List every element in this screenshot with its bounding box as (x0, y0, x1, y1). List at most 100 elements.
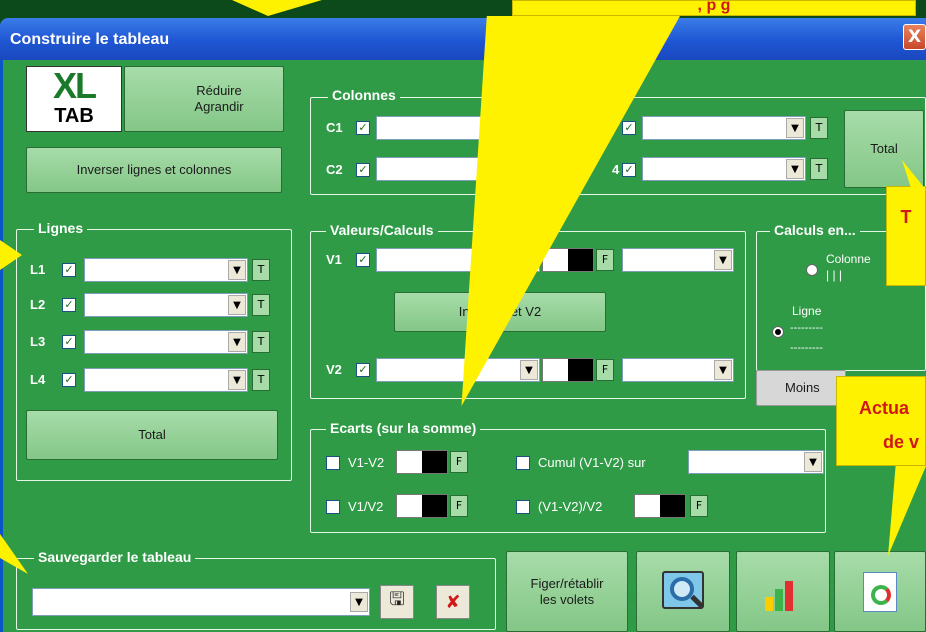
c4-t-button[interactable]: T (810, 158, 828, 180)
l3-checkbox[interactable]: ✓ (62, 335, 76, 349)
l3-t-button[interactable]: T (252, 331, 270, 353)
chevron-down-icon[interactable]: ▼ (228, 370, 246, 390)
logo-xl-text: XL (52, 65, 97, 106)
chevron-down-icon[interactable]: ▼ (786, 159, 804, 179)
lignes-rows: L1 ✓ ▼ T L2 ✓ ▼ T L3 ✓ ▼ T L4 ✓ ▼ T (28, 255, 290, 403)
l4-label: L4 (30, 372, 46, 387)
l4-checkbox[interactable]: ✓ (62, 373, 76, 387)
window-titlebar: Construire le tableau (0, 18, 926, 60)
save-name-combo[interactable]: ▼ (32, 588, 370, 616)
v2-combo[interactable]: ▼ (376, 358, 540, 382)
pct-color-toggle[interactable] (634, 494, 686, 518)
xltab-logo: XL TAB (26, 66, 122, 132)
bar-chart-icon (765, 573, 801, 611)
l1-label: L1 (30, 262, 46, 277)
chart-button[interactable] (736, 551, 830, 632)
chevron-down-icon[interactable]: ▼ (714, 250, 732, 270)
callout-top-left (232, 0, 322, 16)
ratio-label: V1/V2 (348, 499, 384, 514)
l4-combo[interactable]: ▼ (84, 368, 248, 392)
floppy-disk-icon: 🖫 (389, 589, 405, 610)
callout-actua: Actua de v (836, 376, 926, 466)
chevron-down-icon[interactable]: ▼ (350, 592, 368, 612)
moins-button[interactable]: Moins (756, 370, 846, 406)
l1-t-button[interactable]: T (252, 259, 270, 281)
l2-checkbox[interactable]: ✓ (62, 298, 76, 312)
l3-combo[interactable]: ▼ (84, 330, 248, 354)
v1-color-toggle[interactable] (542, 248, 594, 272)
l1-combo[interactable]: ▼ (84, 258, 248, 282)
ligne-dashes-2: --------- (790, 342, 823, 354)
delete-x-icon: ✘ (445, 591, 461, 613)
ratio-color-toggle[interactable] (396, 494, 448, 518)
magnifier-icon (662, 570, 704, 613)
v2-format-button[interactable]: F (596, 359, 614, 381)
l2-label: L2 (30, 297, 46, 312)
save-button[interactable]: 🖫 (380, 585, 414, 619)
c3-combo[interactable]: ▼ (642, 116, 806, 140)
chevron-down-icon[interactable]: ▼ (786, 118, 804, 138)
v2-checkbox[interactable]: ✓ (356, 363, 370, 377)
v2-label: V2 (326, 362, 342, 377)
calculs-en-legend: Calculs en... (770, 222, 860, 238)
lignes-legend: Lignes (34, 220, 88, 236)
reduce-enlarge-button[interactable]: Réduire Agrandir (124, 66, 284, 132)
l4-t-button[interactable]: T (252, 369, 270, 391)
lignes-total-button[interactable]: Total (26, 410, 278, 460)
freeze-panes-button[interactable]: Figer/rétablir les volets (506, 551, 628, 632)
delete-button[interactable]: ✘ (436, 585, 470, 619)
refresh-document-icon (863, 571, 897, 612)
v1-format-button[interactable]: F (596, 249, 614, 271)
c3-t-button[interactable]: T (810, 117, 828, 139)
ratio-checkbox[interactable] (326, 500, 340, 514)
chevron-down-icon[interactable]: ▼ (714, 360, 732, 380)
c4-label: 4 (612, 162, 620, 177)
cumul-checkbox[interactable] (516, 456, 530, 470)
diff-label: V1-V2 (348, 455, 385, 470)
cumul-combo[interactable]: ▼ (688, 450, 824, 474)
valeurs-legend: Valeurs/Calculs (326, 222, 438, 238)
v1-calc-combo[interactable]: ▼ (622, 248, 734, 272)
swap-rows-cols-button[interactable]: Inverser lignes et colonnes (26, 147, 282, 193)
colonne-label: Colonne (826, 252, 871, 266)
chevron-down-icon[interactable]: ▼ (228, 332, 246, 352)
diff-checkbox[interactable] (326, 456, 340, 470)
v2-calc-combo[interactable]: ▼ (622, 358, 734, 382)
callout-actua-line2: de v (883, 432, 920, 452)
v1-checkbox[interactable]: ✓ (356, 253, 370, 267)
chevron-down-icon[interactable]: ▼ (804, 452, 822, 472)
pct-checkbox[interactable] (516, 500, 530, 514)
v1-label: V1 (326, 252, 342, 267)
l2-combo[interactable]: ▼ (84, 293, 248, 317)
chevron-down-icon[interactable]: ▼ (228, 260, 246, 280)
ecarts-group (310, 429, 826, 533)
colonne-ticks: | | | (826, 268, 843, 282)
callout-top-center: , p g (512, 0, 916, 16)
c2-checkbox[interactable]: ✓ (356, 163, 370, 177)
ligne-dashes-1: --------- (790, 322, 823, 334)
callout-actua-line1: Actua (859, 398, 910, 418)
v2-color-toggle[interactable] (542, 358, 594, 382)
c4-checkbox[interactable]: ✓ (622, 163, 636, 177)
ratio-format-button[interactable]: F (450, 495, 468, 517)
c1-checkbox[interactable]: ✓ (356, 121, 370, 135)
c3-checkbox[interactable]: ✓ (622, 121, 636, 135)
l1-checkbox[interactable]: ✓ (62, 263, 76, 277)
preview-button[interactable] (636, 551, 730, 632)
chevron-down-icon[interactable]: ▼ (520, 360, 538, 380)
logo-tab-text: TAB (54, 105, 94, 127)
l2-t-button[interactable]: T (252, 294, 270, 316)
callout-right-mid: T (886, 186, 926, 286)
cumul-label: Cumul (V1-V2) sur (538, 455, 646, 470)
ecarts-legend: Ecarts (sur la somme) (326, 420, 481, 436)
chevron-down-icon[interactable]: ▼ (228, 295, 246, 315)
close-button[interactable]: X (903, 24, 926, 50)
pct-format-button[interactable]: F (690, 495, 708, 517)
c4-combo[interactable]: ▼ (642, 157, 806, 181)
diff-color-toggle[interactable] (396, 450, 448, 474)
diff-format-button[interactable]: F (450, 451, 468, 473)
ligne-label: Ligne (792, 304, 822, 318)
colonne-radio[interactable] (806, 264, 818, 276)
refresh-button[interactable] (834, 551, 926, 632)
ligne-radio[interactable] (772, 326, 784, 338)
